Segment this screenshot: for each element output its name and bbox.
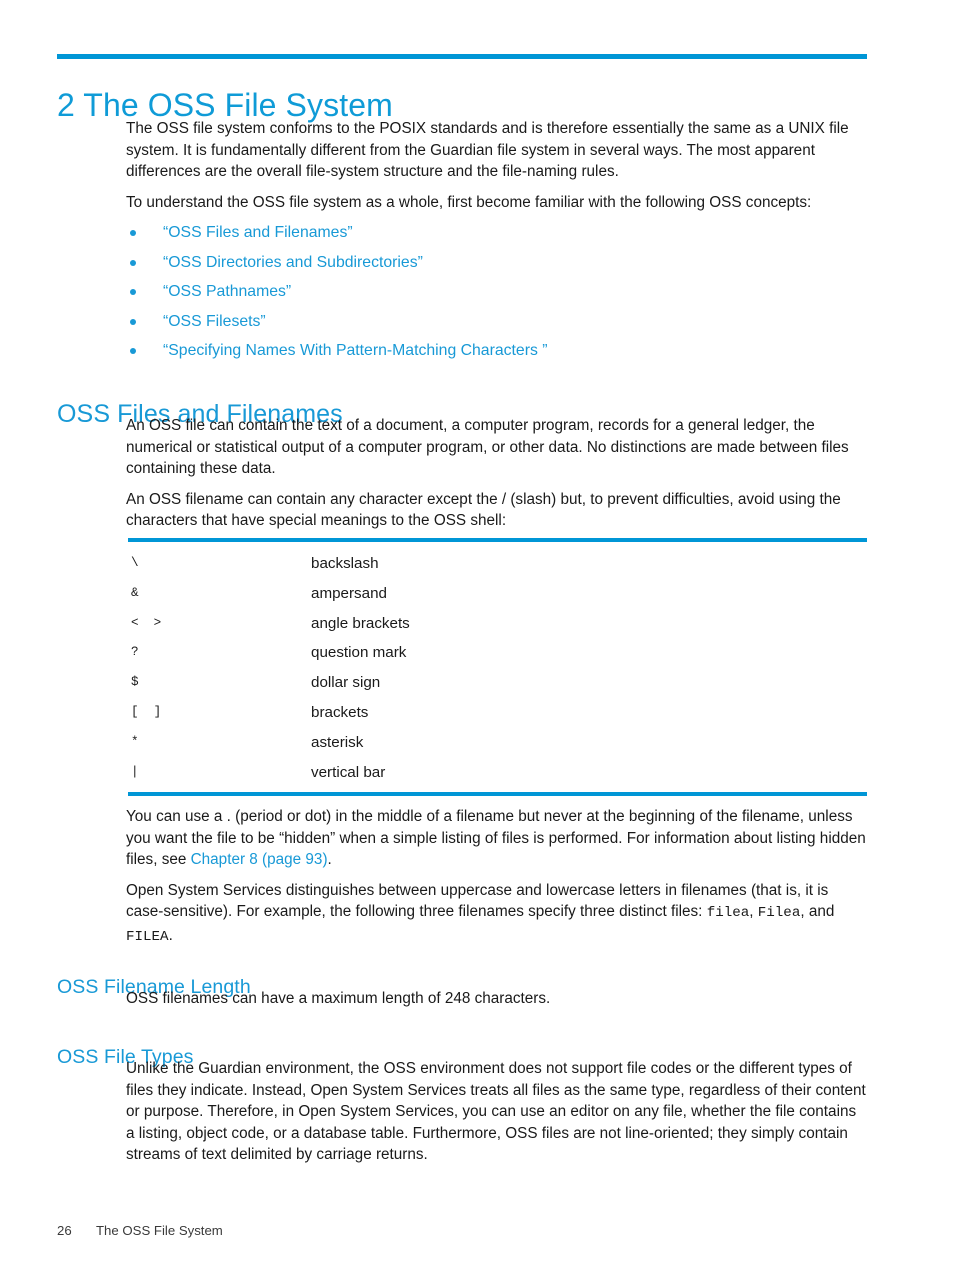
- character-symbol: *: [131, 734, 139, 749]
- table-row: \ backslash: [128, 542, 867, 579]
- footer-running-title: The OSS File System: [96, 1223, 223, 1238]
- filename-example-mixedcase: Filea: [757, 905, 801, 921]
- list-item[interactable]: “OSS Pathnames”: [126, 281, 868, 302]
- table-row: $ dollar sign: [128, 668, 867, 698]
- list-item[interactable]: “OSS Files and Filenames”: [126, 222, 868, 243]
- character-description: question mark: [311, 644, 407, 662]
- character-symbol: ?: [131, 645, 139, 660]
- concept-link-list: “OSS Files and Filenames” “OSS Directori…: [126, 222, 868, 361]
- character-symbol: \: [131, 556, 139, 570]
- section-files-and-filenames-body-continued: You can use a . (period or dot) in the m…: [126, 806, 868, 957]
- special-characters-table: \ backslash & ampersand < > angle bracke…: [128, 538, 867, 797]
- filename-example-uppercase: FILEA: [126, 928, 169, 945]
- character-description: asterisk: [311, 733, 364, 751]
- table-row: | vertical bar: [128, 758, 867, 793]
- character-symbol: |: [131, 764, 139, 779]
- section-file-types-body: Unlike the Guardian environment, the OSS…: [126, 1058, 868, 1175]
- intro-paragraph-2: To understand the OSS file system as a w…: [126, 193, 812, 211]
- table-row: < > angle brackets: [128, 609, 867, 639]
- case-sensitivity-text-3: , and: [800, 903, 835, 920]
- concept-link-label[interactable]: “OSS Pathnames”: [163, 283, 291, 300]
- files-paragraph-1: An OSS file can contain the text of a do…: [126, 417, 849, 477]
- bullet-dot-icon: [130, 318, 136, 325]
- character-description: angle brackets: [311, 614, 410, 632]
- document-page: 2 The OSS File System The OSS file syste…: [0, 0, 954, 1271]
- bullet-dot-icon: [130, 348, 136, 354]
- case-sensitivity-text-2: ,: [749, 903, 758, 920]
- chapter-8-cross-reference-link[interactable]: Chapter 8 (page 93): [191, 851, 328, 868]
- footer-page-number: 26: [57, 1223, 72, 1238]
- list-item[interactable]: “Specifying Names With Pattern-Matching …: [126, 340, 868, 361]
- section-filename-length-body: OSS filenames can have a maximum length …: [126, 988, 868, 1019]
- bullet-dot-icon: [130, 259, 136, 266]
- table-row: [ ] brackets: [128, 698, 867, 728]
- character-symbol: &: [131, 585, 139, 600]
- filename-length-paragraph: OSS filenames can have a maximum length …: [126, 990, 551, 1007]
- table-row: ? question mark: [128, 638, 867, 668]
- character-symbol: [ ]: [131, 704, 162, 719]
- table-row: * asterisk: [128, 728, 867, 758]
- files-paragraph-3-text-after-link: .: [327, 851, 332, 868]
- character-description: ampersand: [311, 584, 387, 602]
- concept-link-label[interactable]: “OSS Files and Filenames”: [163, 224, 353, 241]
- page-footer: 26 The OSS File System: [57, 1222, 223, 1240]
- chapter-intro-block: The OSS file system conforms to the POSI…: [126, 118, 868, 370]
- files-paragraph-2: An OSS filename can contain any characte…: [126, 490, 841, 530]
- character-description: vertical bar: [311, 763, 386, 781]
- character-symbol: $: [131, 675, 139, 690]
- chapter-header-rule: [57, 54, 867, 59]
- character-description: backslash: [311, 555, 379, 572]
- filename-example-lowercase: filea: [706, 905, 750, 921]
- concept-link-label[interactable]: “OSS Filesets”: [163, 313, 266, 330]
- table-row: & ampersand: [128, 579, 867, 609]
- list-item[interactable]: “OSS Filesets”: [126, 311, 868, 332]
- character-symbol: < >: [131, 615, 162, 630]
- intro-paragraph-1: The OSS file system conforms to the POSI…: [126, 120, 849, 180]
- files-paragraph-4: Open System Services distinguishes betwe…: [126, 880, 868, 949]
- character-description: brackets: [311, 703, 369, 721]
- section-files-and-filenames-body: An OSS file can contain the text of a do…: [126, 415, 868, 541]
- files-paragraph-3: You can use a . (period or dot) in the m…: [126, 806, 868, 871]
- file-types-paragraph: Unlike the Guardian environment, the OSS…: [126, 1060, 866, 1163]
- concept-link-label[interactable]: “OSS Directories and Subdirectories”: [163, 254, 423, 271]
- character-description: dollar sign: [311, 674, 381, 692]
- list-item[interactable]: “OSS Directories and Subdirectories”: [126, 252, 868, 273]
- bullet-dot-icon: [130, 230, 136, 236]
- concept-link-label[interactable]: “Specifying Names With Pattern-Matching …: [163, 342, 548, 359]
- case-sensitivity-text-4: .: [168, 926, 173, 944]
- bullet-dot-icon: [130, 289, 136, 295]
